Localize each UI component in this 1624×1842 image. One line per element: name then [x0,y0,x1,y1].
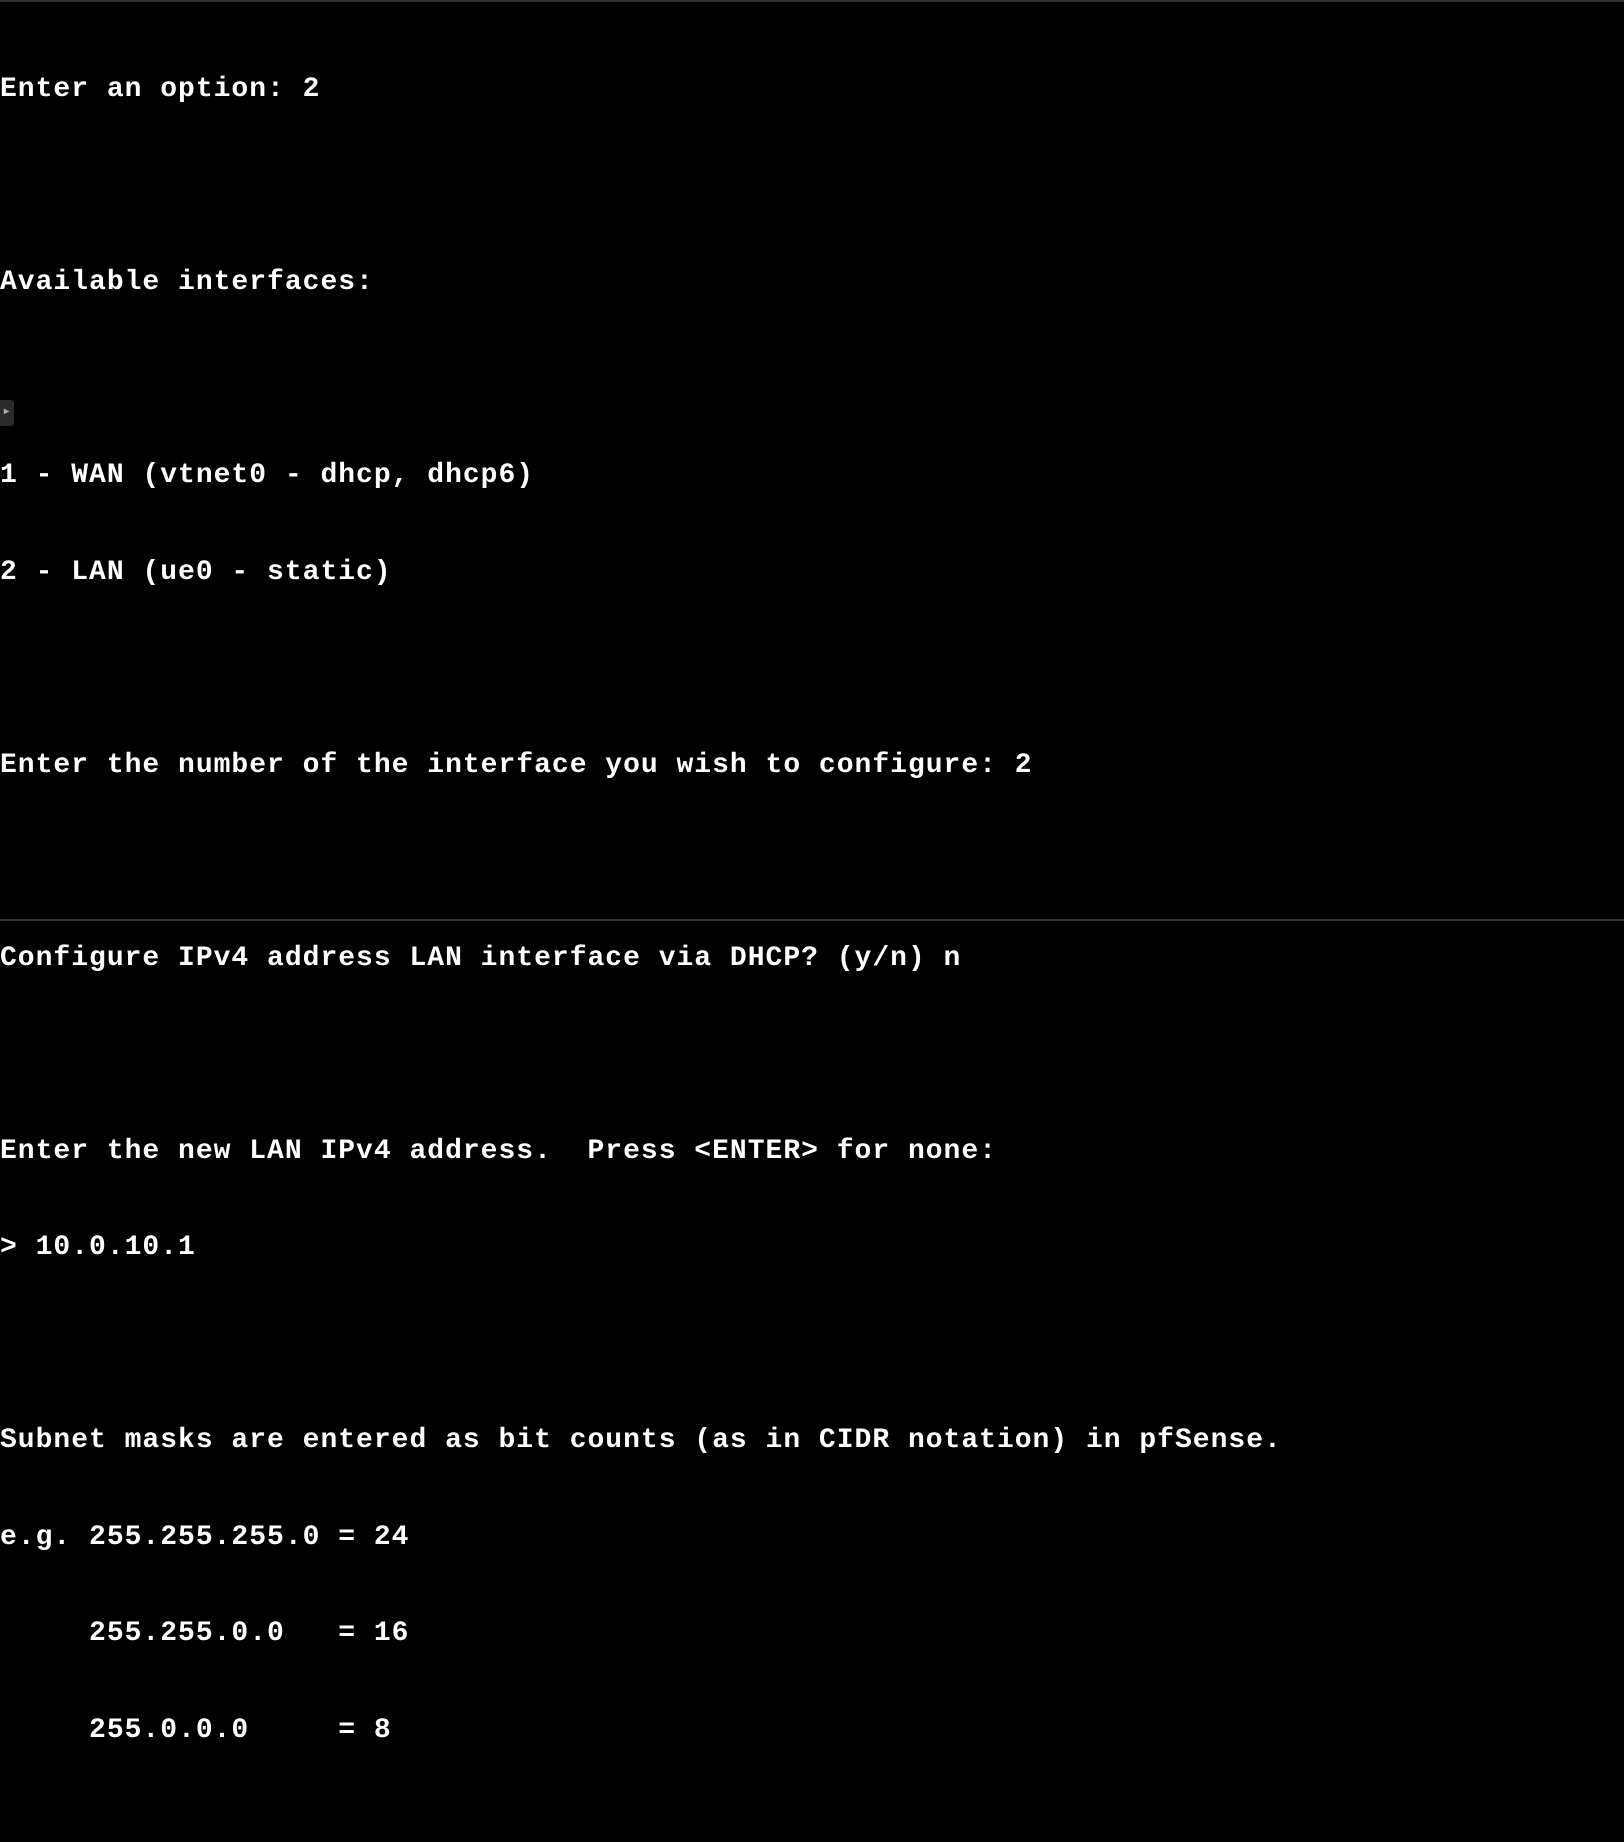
terminal-line: Enter the new LAN IPv4 address. Press <E… [0,1136,1624,1168]
terminal-line [0,1039,1624,1071]
terminal-line [0,653,1624,685]
terminal-line [0,364,1624,396]
terminal-line [0,1329,1624,1361]
terminal-line [0,846,1624,878]
terminal-line [0,1811,1624,1842]
terminal-line: > 10.0.10.1 [0,1232,1624,1264]
terminal-line: Enter an option: 2 [0,74,1624,106]
terminal-line: Available interfaces: [0,267,1624,299]
terminal-line: 1 - WAN (vtnet0 - dhcp, dhcp6) [0,460,1624,492]
terminal-line: Enter the number of the interface you wi… [0,750,1624,782]
terminal-output: Enter an option: 2 Available interfaces:… [0,10,1624,1842]
chevron-right-icon: ▸ [4,407,10,419]
terminal-line: 2 - LAN (ue0 - static) [0,557,1624,589]
terminal-line: e.g. 255.255.255.0 = 24 [0,1522,1624,1554]
panel-expand-handle[interactable]: ▸ [0,400,14,426]
terminal-line: 255.255.0.0 = 16 [0,1618,1624,1650]
terminal-line: Subnet masks are entered as bit counts (… [0,1425,1624,1457]
terminal-line: 255.0.0.0 = 8 [0,1715,1624,1747]
terminal-line: Configure IPv4 address LAN interface via… [0,943,1624,975]
terminal-line [0,171,1624,203]
